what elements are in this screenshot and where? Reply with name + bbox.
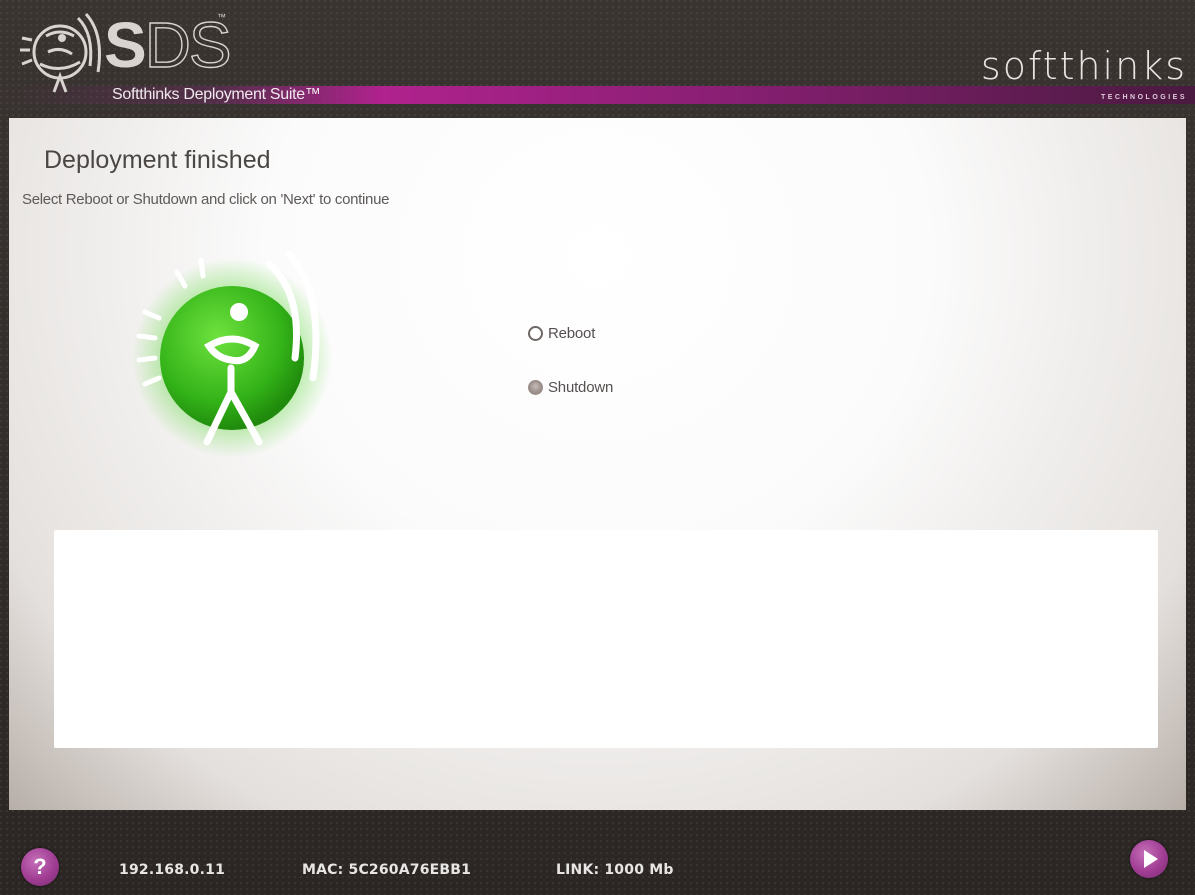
ip-address: 192.168.0.11: [119, 862, 226, 878]
suite-name: Softthinks Deployment Suite™: [112, 86, 321, 103]
mac-address: MAC: 5C260A76EBB1: [302, 862, 472, 878]
reboot-option[interactable]: Reboot: [528, 322, 613, 344]
brand-logo: softthinks: [980, 44, 1187, 88]
status-bar: ? 192.168.0.11 MAC: 5C260A76EBB1 LINK: 1…: [0, 810, 1195, 895]
app-logo-letter: S: [104, 9, 147, 81]
shutdown-radio[interactable]: [528, 379, 543, 395]
help-button[interactable]: ?: [21, 848, 59, 886]
power-option-group: Reboot Shutdown: [528, 322, 613, 430]
trademark: ™: [217, 12, 226, 22]
success-figure-icon: [132, 250, 332, 458]
main-panel: Deployment finished Select Reboot or Shu…: [9, 118, 1186, 810]
app-window: SDS ™ Softthinks Deployment Suite™ softt…: [0, 0, 1195, 895]
sds-logo-icon: [20, 12, 101, 93]
next-button[interactable]: [1130, 840, 1168, 878]
log-output-box: [54, 530, 1158, 748]
link-speed: LINK: 1000 Mb: [556, 862, 674, 878]
help-icon: ?: [33, 854, 47, 879]
page-title: Deployment finished: [44, 146, 271, 174]
page-subtitle: Select Reboot or Shutdown and click on '…: [22, 191, 390, 208]
shutdown-label: Shutdown: [548, 378, 614, 396]
shutdown-option[interactable]: Shutdown: [528, 376, 613, 398]
play-next-icon: [1144, 850, 1158, 868]
app-logo-text: SDS: [104, 9, 232, 81]
brand-subtitle: TECHNOLOGIES: [1100, 94, 1187, 101]
header: SDS ™ Softthinks Deployment Suite™ softt…: [0, 0, 1195, 118]
reboot-radio[interactable]: [528, 325, 543, 341]
reboot-label: Reboot: [548, 324, 596, 342]
